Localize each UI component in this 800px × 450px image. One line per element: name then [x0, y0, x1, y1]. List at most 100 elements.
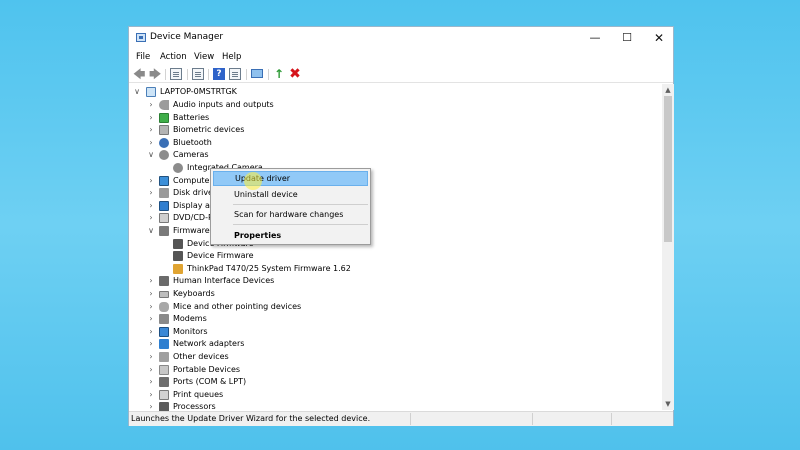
tree-category-row[interactable]: › Print queues [129, 389, 662, 401]
tree-item-label: Modems [173, 314, 207, 324]
minimize-button[interactable]: — [584, 29, 606, 47]
chevron-down-icon[interactable]: ∨ [133, 87, 141, 97]
tree-device-row[interactable]: Integrated Camera [129, 162, 662, 174]
tree-root-row[interactable]: ∨ LAPTOP-0MSTRTGK [129, 86, 662, 98]
chevron-right-icon[interactable]: › [147, 276, 155, 286]
hid-icon [159, 276, 169, 287]
window-title: Device Manager [150, 32, 224, 42]
chevron-down-icon[interactable]: ∨ [147, 226, 155, 236]
tree-item-label: Firmware [173, 226, 210, 235]
chevron-right-icon[interactable]: › [147, 302, 155, 312]
help-icon[interactable]: ? [213, 68, 225, 80]
status-text: Launches the Update Driver Wizard for th… [131, 414, 371, 423]
tree-category-row[interactable]: › Audio inputs and outputs [129, 99, 662, 111]
chevron-right-icon[interactable]: › [147, 100, 155, 110]
chevron-right-icon[interactable]: › [147, 176, 155, 186]
tree-category-row[interactable]: › Network adapters [129, 338, 662, 350]
port-icon [159, 377, 169, 388]
toolbar-separator [165, 69, 166, 80]
tree-category-row[interactable]: › Human Interface Devices [129, 275, 662, 287]
properties-menu-item[interactable]: Properties [213, 228, 368, 243]
chevron-right-icon[interactable]: › [147, 402, 155, 411]
chevron-right-icon[interactable]: › [147, 377, 155, 387]
cursor-highlight [244, 172, 262, 190]
forward-arrow-icon[interactable]: 🡆 [149, 68, 161, 80]
chevron-right-icon[interactable]: › [147, 339, 155, 349]
tree-category-row[interactable]: › Disk drives [129, 187, 662, 199]
chevron-right-icon[interactable]: › [147, 314, 155, 324]
device-manager-icon [136, 33, 146, 42]
tree-category-row[interactable]: › Mice and other pointing devices [129, 301, 662, 313]
show-hide-console-tree-icon[interactable] [170, 68, 182, 80]
menu-action[interactable]: Action [160, 52, 187, 62]
chevron-right-icon[interactable]: › [147, 125, 155, 135]
camera-icon [159, 150, 169, 161]
scroll-up-icon[interactable]: ▲ [662, 84, 674, 96]
scan-hardware-icon[interactable] [251, 69, 263, 78]
update-driver-icon[interactable]: ↑ [273, 68, 285, 80]
chevron-right-icon[interactable]: › [147, 138, 155, 148]
chevron-right-icon[interactable]: › [147, 289, 155, 299]
show-view-icon[interactable] [229, 68, 241, 80]
tree-device-row[interactable]: ThinkPad T470/25 System Firmware 1.62 [129, 263, 662, 275]
chevron-right-icon[interactable]: › [147, 213, 155, 223]
mouse-icon [159, 301, 169, 312]
device-tree: ∨ LAPTOP-0MSTRTGK › Audio inputs and outp… [129, 84, 662, 411]
tree-category-row[interactable]: › Display ad [129, 200, 662, 212]
tree-category-row[interactable]: › Portable Devices [129, 364, 662, 376]
properties-icon[interactable] [192, 68, 204, 80]
tree-category-row[interactable]: › Monitors [129, 326, 662, 338]
tree-category-row[interactable]: › Modems [129, 313, 662, 325]
status-divider [410, 413, 411, 425]
tree-item-label: Display ad [173, 200, 216, 210]
bluetooth-icon [159, 137, 169, 148]
tree-item-label: Portable Devices [173, 364, 241, 374]
tree-category-row[interactable]: › Keyboards [129, 288, 662, 300]
firmware-icon [159, 226, 169, 236]
chevron-right-icon[interactable]: › [147, 201, 155, 211]
menu-view[interactable]: View [194, 52, 214, 62]
tree-item-label: DVD/CD-R [173, 213, 214, 223]
chevron-right-icon[interactable]: › [147, 188, 155, 198]
uninstall-device-icon[interactable]: ✖ [289, 67, 301, 81]
printer-icon [159, 389, 169, 400]
tree-category-row[interactable]: › Processors [129, 401, 662, 411]
tree-device-row[interactable]: Device Firmware [129, 238, 662, 250]
maximize-button[interactable]: ☐ [616, 29, 638, 47]
chevron-right-icon[interactable]: › [147, 365, 155, 375]
update-driver-menu-item[interactable]: Update driver [213, 171, 368, 186]
chip-icon [173, 263, 183, 274]
chevron-right-icon[interactable]: › [147, 352, 155, 362]
uninstall-device-menu-item[interactable]: Uninstall device [213, 187, 368, 202]
tree-category-row[interactable]: › Computer [129, 175, 662, 187]
close-button[interactable]: ✕ [648, 29, 670, 47]
vertical-scrollbar[interactable]: ▲ ▼ [662, 84, 674, 410]
back-arrow-icon[interactable]: 🡄 [133, 68, 145, 80]
menu-file[interactable]: File [136, 52, 150, 62]
tree-category-row[interactable]: ∨ Cameras [129, 149, 662, 161]
tree-device-row[interactable]: Device Firmware [129, 250, 662, 262]
tree-category-row[interactable]: › DVD/CD-R [129, 212, 662, 224]
scroll-down-icon[interactable]: ▼ [662, 398, 674, 410]
portable-device-icon [159, 364, 169, 375]
chevron-down-icon[interactable]: ∨ [147, 150, 155, 160]
tree-category-row[interactable]: › Batteries [129, 112, 662, 124]
tree-item-label: Other devices [173, 352, 229, 361]
chevron-right-icon[interactable]: › [147, 327, 155, 337]
keyboard-icon [159, 291, 169, 298]
tree-category-row[interactable]: ∨ Firmware [129, 225, 662, 237]
toolbar-separator [268, 69, 269, 80]
tree-category-row[interactable]: › Ports (COM & LPT) [129, 376, 662, 388]
tree-item-label: Network adapters [173, 339, 245, 349]
tree-category-row[interactable]: › Biometric devices [129, 124, 662, 136]
menu-help[interactable]: Help [222, 52, 241, 62]
chevron-right-icon[interactable]: › [147, 390, 155, 400]
scroll-thumb[interactable] [664, 96, 672, 242]
display-adapter-icon [159, 200, 169, 211]
tree-category-row[interactable]: › Bluetooth [129, 137, 662, 149]
chevron-right-icon[interactable]: › [147, 113, 155, 123]
scan-hardware-menu-item[interactable]: Scan for hardware changes [213, 207, 368, 222]
tree-category-row[interactable]: › Other devices [129, 351, 662, 363]
disk-drive-icon [159, 188, 169, 199]
tree-item-label: Processors [173, 402, 216, 411]
